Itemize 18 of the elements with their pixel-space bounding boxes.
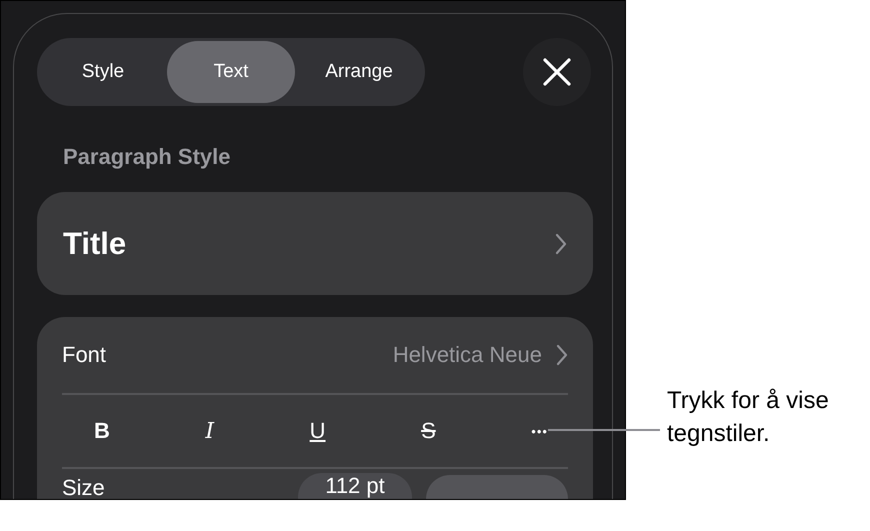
close-icon <box>543 58 571 86</box>
font-value-button[interactable]: Helvetica Neue <box>392 342 568 368</box>
tab[interactable]: Style <box>39 41 167 103</box>
more-button[interactable]: ••• <box>529 424 550 438</box>
bold-button[interactable]: B <box>92 418 112 444</box>
size-field[interactable]: 112 pt <box>298 473 412 499</box>
font-label: Font <box>62 342 106 368</box>
section-label: Paragraph Style <box>63 144 232 171</box>
underline-button[interactable]: U <box>308 418 328 444</box>
callout-text: Trykk for å vise tegnstiler. <box>667 386 830 449</box>
strikethrough-button[interactable]: S <box>419 418 438 444</box>
chevron-icon <box>555 232 567 254</box>
tab[interactable]: Text <box>167 41 295 103</box>
size-label: Size <box>62 475 105 499</box>
italic-button[interactable]: I <box>203 418 216 444</box>
tab[interactable]: Arrange <box>295 41 423 103</box>
chevron-icon <box>556 344 568 366</box>
paragraph-style-button[interactable]: Title <box>37 192 593 295</box>
